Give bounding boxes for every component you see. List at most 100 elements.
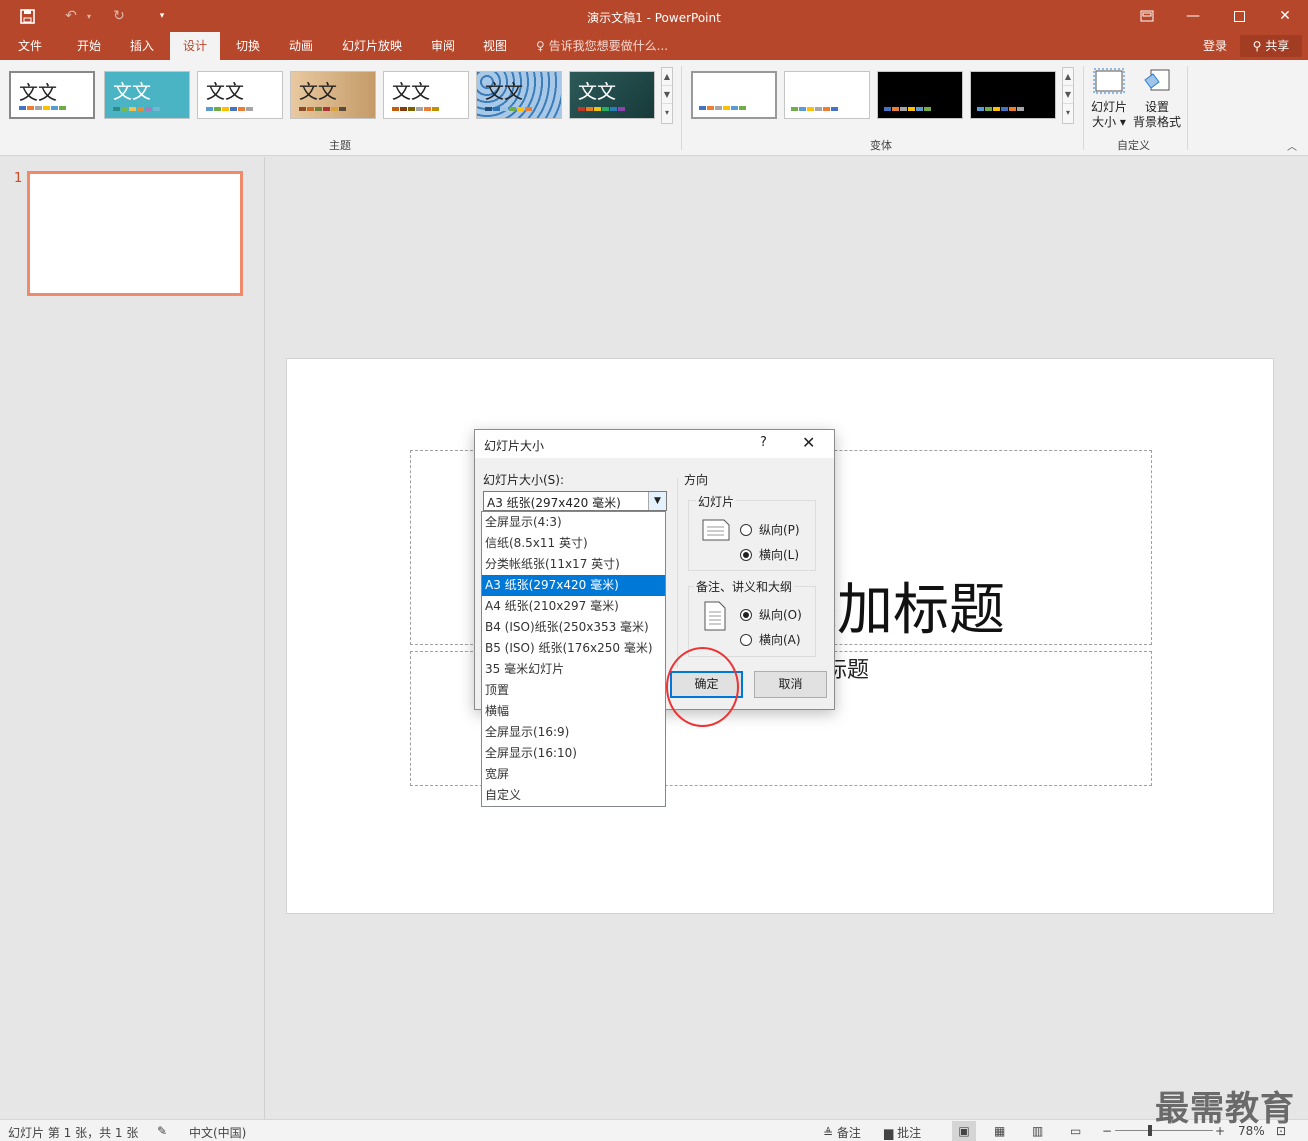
theme-orange-line[interactable]: 文文	[383, 71, 469, 119]
slide-size-option[interactable]: A3 纸张(297x420 毫米)	[482, 575, 665, 596]
format-background-button[interactable]: 设置 背景格式	[1132, 66, 1182, 130]
ribbon-display-icon[interactable]	[1124, 0, 1170, 32]
tab-home[interactable]: 开始	[66, 32, 112, 60]
slide-size-icon	[1093, 66, 1125, 98]
slides-portrait-radio[interactable]: 纵向(P)	[740, 521, 800, 538]
maximize-icon[interactable]	[1216, 0, 1262, 32]
slide-size-option[interactable]: 自定义	[482, 785, 665, 806]
language-status[interactable]: 中文(中国)	[189, 1124, 246, 1141]
slide-thumbnail-pane: 1	[0, 157, 265, 1119]
theme-sample-text: 文文	[578, 81, 617, 103]
tab-view[interactable]: 视图	[472, 32, 518, 60]
minimize-icon[interactable]: —	[1170, 0, 1216, 32]
slide-size-label-1: 幻灯片	[1090, 100, 1127, 114]
slide-size-option[interactable]: B4 (ISO)纸张(250x353 毫米)	[482, 617, 665, 638]
theme-teal[interactable]: 文文	[104, 71, 190, 119]
scroll-down-icon[interactable]: ▼	[1063, 86, 1073, 104]
tell-me-text: 告诉我您想要做什么...	[548, 39, 669, 53]
theme-wood[interactable]: 文文	[290, 71, 376, 119]
variant-3[interactable]	[877, 71, 963, 119]
notes-button[interactable]: ≜ 备注	[823, 1124, 861, 1141]
share-button[interactable]: ⚲ 共享	[1240, 35, 1302, 57]
zoom-out-icon[interactable]: −	[1102, 1124, 1112, 1138]
scroll-up-icon[interactable]: ▲	[662, 68, 672, 86]
variant-2[interactable]	[784, 71, 870, 119]
format-bg-label-2: 背景格式	[1132, 115, 1181, 129]
comments-label: 批注	[897, 1126, 922, 1140]
comments-button[interactable]: ▆ 批注	[884, 1124, 921, 1141]
format-bg-label-1: 设置	[1144, 100, 1169, 114]
theme-sample-text: 文文	[485, 81, 524, 103]
comment-icon: ▆	[884, 1126, 894, 1140]
slide-size-option[interactable]: 信纸(8.5x11 英寸)	[482, 533, 665, 554]
slideshow-view-icon[interactable]: ▭	[1070, 1124, 1081, 1138]
slide-number: 1	[14, 171, 23, 186]
slide-size-option[interactable]: 横幅	[482, 701, 665, 722]
group-separator	[1083, 66, 1084, 150]
login-link[interactable]: 登录	[1203, 32, 1227, 60]
theme-office[interactable]: 文文	[9, 71, 95, 119]
zoom-slider-thumb[interactable]	[1148, 1125, 1152, 1136]
slide-size-label-2: 大小 ▾	[1092, 115, 1126, 129]
tab-slideshow[interactable]: 幻灯片放映	[334, 32, 410, 60]
theme-sample-text: 文文	[113, 81, 152, 103]
theme-sample-text: 文文	[19, 82, 58, 104]
close-icon[interactable]: ✕	[1262, 0, 1308, 32]
notes-portrait-radio[interactable]: 纵向(O)	[740, 606, 802, 623]
tab-insert[interactable]: 插入	[119, 32, 165, 60]
collapse-ribbon-icon[interactable]: ︿	[1287, 138, 1297, 153]
slide-sorter-icon[interactable]: ▦	[994, 1124, 1005, 1138]
theme-pattern[interactable]: 文文	[476, 71, 562, 119]
slides-landscape-label: 横向(L)	[759, 548, 800, 562]
slide-size-button[interactable]: 幻灯片 大小 ▾	[1090, 66, 1128, 130]
themes-gallery-scroll[interactable]: ▲ ▼ ▾	[661, 67, 673, 124]
slide-size-option[interactable]: 顶置	[482, 680, 665, 701]
zoom-slider[interactable]	[1115, 1130, 1213, 1131]
radio-circle	[740, 608, 752, 621]
chevron-down-icon[interactable]: ▼	[648, 492, 666, 510]
gallery-more-icon[interactable]: ▾	[1063, 104, 1073, 122]
slide-size-option[interactable]: 宽屏	[482, 764, 665, 785]
slide-thumbnail[interactable]	[27, 171, 243, 296]
notes-landscape-radio[interactable]: 横向(A)	[740, 631, 801, 648]
normal-view-icon[interactable]: ▣	[952, 1121, 976, 1141]
tell-me-search[interactable]: ♀ 告诉我您想要做什么...	[536, 32, 668, 60]
theme-dark-teal[interactable]: 文文	[569, 71, 655, 119]
slide-size-option[interactable]: 35 毫米幻灯片	[482, 659, 665, 680]
help-button[interactable]: ?	[760, 435, 767, 450]
slide-size-option[interactable]: A4 纸张(210x297 毫米)	[482, 596, 665, 617]
spellcheck-icon[interactable]: ✎	[157, 1124, 167, 1138]
slide-size-option[interactable]: 分类帐纸张(11x17 英寸)	[482, 554, 665, 575]
tab-design[interactable]: 设计	[170, 32, 220, 60]
reading-view-icon[interactable]: ▥	[1032, 1124, 1043, 1138]
cancel-button[interactable]: 取消	[754, 671, 827, 698]
variants-gallery-scroll[interactable]: ▲ ▼ ▾	[1062, 67, 1074, 124]
tab-review[interactable]: 审阅	[420, 32, 466, 60]
theme-retrospect[interactable]: 文文	[197, 71, 283, 119]
gallery-more-icon[interactable]: ▾	[662, 104, 672, 122]
tab-animations[interactable]: 动画	[278, 32, 324, 60]
notes-portrait-label: 纵向(O)	[759, 608, 802, 622]
status-bar: 幻灯片 第 1 张，共 1 张 ✎ 中文(中国) ≜ 备注 ▆ 批注 ▣ ▦ ▥…	[0, 1119, 1308, 1141]
tab-transitions[interactable]: 切换	[225, 32, 271, 60]
slide-count-status: 幻灯片 第 1 张，共 1 张	[8, 1126, 139, 1140]
notes-label: 备注	[836, 1126, 861, 1140]
group-label-customize: 自定义	[1117, 139, 1150, 152]
variant-1[interactable]	[691, 71, 777, 119]
variant-4[interactable]	[970, 71, 1056, 119]
scroll-up-icon[interactable]: ▲	[1063, 68, 1073, 86]
slides-landscape-radio[interactable]: 横向(L)	[740, 546, 799, 563]
slide-size-combobox[interactable]: A3 纸张(297x420 毫米) ▼	[483, 491, 667, 511]
scroll-down-icon[interactable]: ▼	[662, 86, 672, 104]
format-background-icon	[1141, 66, 1173, 98]
dialog-close-icon[interactable]: ✕	[802, 433, 815, 452]
slide-size-option[interactable]: 全屏显示(4:3)	[482, 512, 665, 533]
landscape-page-icon	[702, 519, 730, 541]
slide-size-option[interactable]: 全屏显示(16:9)	[482, 722, 665, 743]
ribbon-tabs: 文件 开始 插入 设计 切换 动画 幻灯片放映 审阅 视图 ♀ 告诉我您想要做什…	[0, 32, 1308, 60]
slides-group-label: 幻灯片	[696, 493, 737, 510]
slide-size-option[interactable]: 全屏显示(16:10)	[482, 743, 665, 764]
portrait-page-icon	[704, 601, 726, 631]
tab-file[interactable]: 文件	[8, 32, 52, 60]
slide-size-option[interactable]: B5 (ISO) 纸张(176x250 毫米)	[482, 638, 665, 659]
